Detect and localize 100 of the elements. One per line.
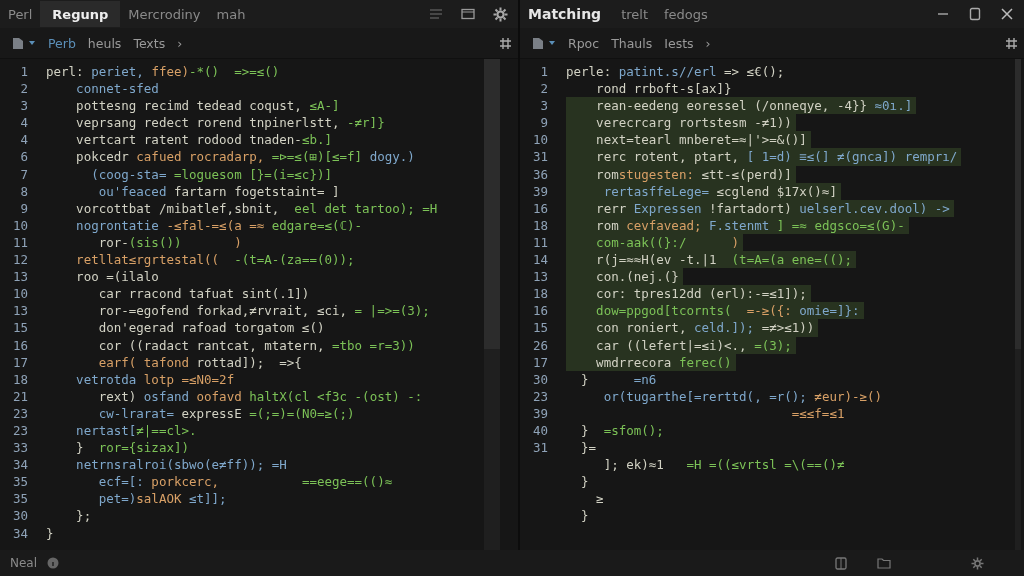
caret-icon[interactable] (28, 40, 36, 46)
line-number: 34 (12, 457, 28, 473)
line-number: 4 (20, 132, 28, 148)
line-number: 13 (12, 269, 28, 285)
line-number: 10 (12, 217, 28, 233)
line-number: 40 (532, 422, 548, 438)
grid-icon[interactable] (1005, 36, 1018, 50)
line-number: 3 (20, 98, 28, 114)
maximize-icon[interactable] (968, 7, 982, 21)
code-line: =≤≤f=≤1 (790, 404, 846, 422)
file-icon[interactable] (12, 36, 24, 50)
scrollbar[interactable] (1015, 59, 1021, 550)
code-line: pet=)salAOK ≤t]]; (97, 490, 228, 508)
folder-icon[interactable] (877, 557, 891, 569)
code-line: or(tugarthe[=rerttd(, =r(); ≠eur)-≥() (602, 387, 884, 405)
close-icon[interactable] (1000, 7, 1014, 21)
line-number: 3 (540, 98, 548, 114)
window-icon[interactable] (461, 8, 475, 20)
line-number: 11 (12, 234, 28, 250)
info-icon[interactable] (47, 557, 60, 569)
tab[interactable]: Perl (0, 1, 41, 27)
code-line: nogrontatie -≤fal-=≤(a =≈ edgare=≤(ℂ)- (75, 216, 364, 234)
caret-icon[interactable] (548, 40, 556, 46)
breadcrumb-item[interactable]: heuls (87, 35, 122, 51)
line-number: 14 (532, 252, 548, 268)
chevron[interactable]: › (705, 35, 711, 51)
code-line: ror-(sis()) ) (97, 233, 243, 252)
line-number: 10 (12, 286, 28, 302)
line-number: 7 (20, 166, 28, 182)
scrollbar-thumb[interactable] (1015, 59, 1021, 349)
settings-icon[interactable] (971, 556, 984, 570)
code-line: } =sfom(); (580, 421, 665, 440)
line-number: 39 (532, 183, 548, 199)
code-line: ]; ek)≈1 =H =((≤vrtsl =\(==()≠ (602, 456, 846, 474)
line-number: 12 (12, 252, 28, 268)
code-line: }; (75, 507, 93, 525)
code-line: rond rrboft-s[ax]} (595, 80, 733, 98)
line-number: 15 (12, 320, 28, 336)
status-text: Neal (10, 556, 38, 570)
line-number: 9 (540, 115, 548, 131)
line-number: 13 (532, 269, 548, 285)
code-line: cor ((radact rantcat, mtatern, =tbo =r=3)) (97, 336, 416, 354)
line-number: 11 (532, 234, 548, 250)
code-line: }= (580, 439, 598, 457)
tab[interactable]: Mercrodiny (120, 1, 209, 27)
breadcrumb-item[interactable]: Iests (664, 35, 694, 51)
breadcrumb-item[interactable]: Perb (48, 35, 76, 51)
breadcrumb-item[interactable]: Thauls (611, 35, 653, 51)
line-number: 30 (12, 508, 28, 524)
code-line: rext) osfand oofavd haltX(cl <f3c -(ost) -: (97, 387, 424, 405)
code-line: nertast[≠|==cl>. (75, 421, 198, 440)
line-number: 8 (20, 183, 28, 199)
code-line: ror-=egofend forkad,≠rvrait, ≤ci, = |=>=(3); (97, 302, 431, 320)
code-line: cw-lrarat= expressE =(;=)=(N0=≥(;) (97, 404, 356, 422)
tab[interactable]: mah (208, 1, 254, 27)
code-line: pokcedr cafued rocradarp, =⊳=≤(⊞)[≤=f] dogy.) (75, 148, 416, 166)
tab[interactable]: Regunp (40, 1, 121, 27)
pane-title: Matching (527, 6, 603, 22)
code-line: veprsang redect rorend tnpinerlstt, -≠r]} (75, 114, 386, 132)
line-number: 18 (532, 217, 548, 233)
code-line: netrnsralroi(sbwo(e≠ff)); =H (75, 456, 288, 474)
line-number: 16 (12, 337, 28, 353)
code-line: perl: periet, ffee)-*() =>=≤() (46, 63, 281, 81)
code-line: vetrotda lotp =≤N0=2f (75, 370, 236, 388)
line-number: 17 (12, 354, 28, 370)
line-number: 26 (532, 337, 548, 353)
scrollbar-thumb[interactable] (484, 59, 500, 349)
line-number: 2 (540, 81, 548, 97)
grid-icon[interactable] (499, 36, 512, 50)
line-number: 10 (532, 132, 548, 148)
panel-icon[interactable] (835, 556, 847, 570)
code-line: } ror={sizax]) (75, 439, 190, 457)
tab[interactable]: fedogs (656, 1, 716, 27)
code-line: vertcart ratent rodood tnaden-≤b.] (75, 131, 333, 149)
line-number: 33 (12, 440, 28, 456)
scrollbar[interactable] (484, 59, 500, 550)
code-line: earf( tafond rottad]); =>{ (97, 353, 303, 371)
line-number: 16 (532, 303, 548, 319)
settings-icon[interactable] (493, 6, 508, 22)
code-line: } =n6 (580, 370, 658, 388)
line-number: 31 (532, 149, 548, 165)
line-number: 36 (532, 166, 548, 182)
code-line: connet-sfed (75, 80, 160, 98)
breadcrumb-item[interactable]: Rpoc (568, 35, 600, 51)
line-number: 35 (12, 491, 28, 507)
chevron[interactable]: › (177, 35, 183, 51)
line-number: 13 (12, 303, 28, 319)
breadcrumb-item[interactable]: Texts (133, 35, 166, 51)
line-number: 18 (532, 286, 548, 302)
code-line: vorcottbat /mibatlef,sbnit, eel det tartoo); =H (75, 199, 439, 217)
tab[interactable]: trelt (613, 1, 656, 27)
code-line: ecf=[: porkcerc, ==eege==(()≈ (97, 473, 394, 491)
line-number: 9 (20, 200, 28, 216)
file-icon[interactable] (532, 36, 544, 50)
line-number: 30 (532, 371, 548, 387)
code-line: pottesng recimd tedead coqust, ≤A-] (75, 97, 341, 115)
line-number: 6 (20, 149, 28, 165)
line-number: 16 (532, 200, 548, 216)
line-number: 31 (532, 440, 548, 456)
line-number: 1 (540, 64, 548, 79)
